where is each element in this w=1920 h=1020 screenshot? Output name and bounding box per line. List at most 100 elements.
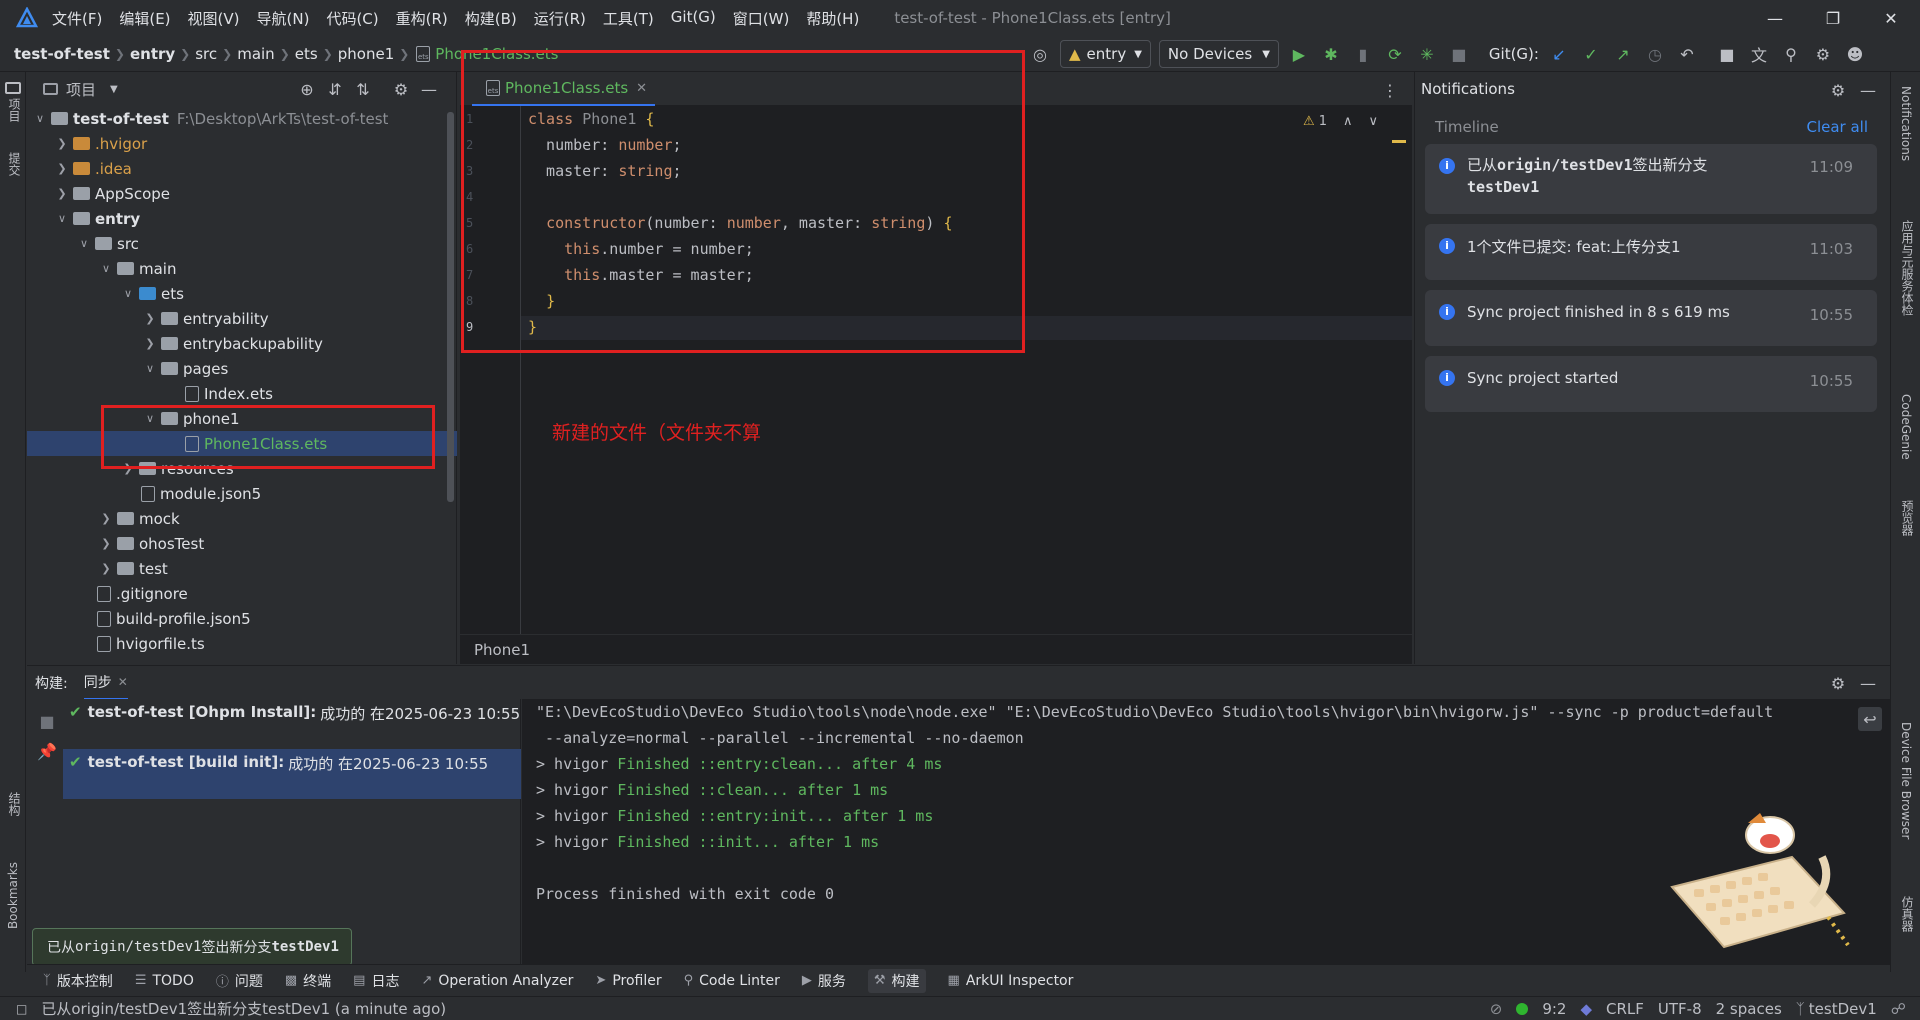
- structure-tool-label[interactable]: 结构: [6, 792, 23, 816]
- breadcrumb-item[interactable]: main: [237, 45, 274, 63]
- breadcrumb-item[interactable]: phone1: [338, 45, 394, 63]
- debug-icon[interactable]: ✱: [1319, 42, 1343, 66]
- tree-item[interactable]: hvigorfile.ts: [27, 631, 457, 656]
- notification-card[interactable]: i Sync project started 10:55: [1425, 356, 1877, 412]
- collapse-all-icon[interactable]: ⇅: [351, 77, 375, 101]
- git-update-icon[interactable]: ↙: [1547, 42, 1571, 66]
- project-panel-title[interactable]: 项目: [66, 79, 96, 100]
- tree-item[interactable]: ∨ ets: [27, 281, 457, 306]
- tree-item[interactable]: ∨ pages: [27, 356, 457, 381]
- inspection-off-icon[interactable]: ⊘: [1490, 1000, 1503, 1018]
- settings-gear-icon[interactable]: ⚙: [1811, 42, 1835, 66]
- tree-item[interactable]: ❯ entryability: [27, 306, 457, 331]
- codegenie-tool-label[interactable]: CodeGenie: [1899, 394, 1913, 460]
- menu-code[interactable]: 代码(C): [326, 8, 378, 29]
- ai-assistant-icon[interactable]: ◆: [1580, 1000, 1592, 1018]
- emulator-tool-label[interactable]: 仿真器: [1899, 896, 1916, 932]
- debug-build-icon[interactable]: ✳: [1415, 42, 1439, 66]
- tree-item[interactable]: ❯ entrybackupability: [27, 331, 457, 356]
- notification-card[interactable]: i 1个文件已提交: feat:上传分支1 11:03: [1425, 224, 1877, 280]
- stop-icon[interactable]: ■: [1447, 42, 1471, 66]
- tree-item[interactable]: build-profile.json5: [27, 606, 457, 631]
- status-message[interactable]: 已从origin/testDev1签出新分支testDev1 (a minute…: [41, 998, 446, 1019]
- target-icon[interactable]: ◎: [1028, 42, 1052, 66]
- build-tab-sync[interactable]: 同步 ✕: [83, 666, 128, 700]
- tool-version-control[interactable]: ᛉ 版本控制: [43, 971, 113, 991]
- layout-toggle-icon[interactable]: □: [16, 1002, 27, 1016]
- pin-icon[interactable]: 📌: [35, 739, 59, 763]
- breadcrumb-item[interactable]: src: [195, 45, 217, 63]
- tree-item[interactable]: ❯ AppScope: [27, 181, 457, 206]
- more-options-icon[interactable]: ⋮: [1378, 78, 1402, 102]
- line-separator[interactable]: CRLF: [1606, 1000, 1644, 1018]
- tree-item[interactable]: ❯ .hvigor: [27, 131, 457, 156]
- tool-operation-analyzer[interactable]: ↗ Operation Analyzer: [421, 973, 573, 989]
- minimize-panel-icon[interactable]: —: [1856, 671, 1880, 695]
- gear-icon[interactable]: ⚙: [1826, 78, 1850, 102]
- tree-item[interactable]: ∨ main: [27, 256, 457, 281]
- tree-item[interactable]: module.json5: [27, 481, 457, 506]
- gear-icon[interactable]: ⚙: [389, 77, 413, 101]
- menu-view[interactable]: 视图(V): [188, 8, 240, 29]
- file-encoding[interactable]: UTF-8: [1658, 1000, 1702, 1018]
- soft-wrap-icon[interactable]: ↩: [1858, 707, 1882, 731]
- tool-todo[interactable]: ☰ TODO: [135, 973, 194, 989]
- tree-item[interactable]: ❯ mock: [27, 506, 457, 531]
- tree-item[interactable]: Index.ets: [27, 381, 457, 406]
- cursor-position[interactable]: 9:2: [1542, 1000, 1566, 1018]
- build-console[interactable]: "E:\DevEcoStudio\DevEco Studio\tools\nod…: [522, 699, 1890, 964]
- notification-card[interactable]: i 已从origin/testDev1签出新分支 testDev1 11:09: [1425, 144, 1877, 214]
- tree-root[interactable]: ∨ test-of-test F:\Desktop\ArkTs\test-of-…: [27, 106, 457, 131]
- menu-run[interactable]: 运行(R): [534, 8, 586, 29]
- notification-card[interactable]: i Sync project finished in 8 s 619 ms 10…: [1425, 290, 1877, 346]
- menu-git[interactable]: Git(G): [671, 8, 716, 29]
- run-icon[interactable]: ▶: [1287, 42, 1311, 66]
- tool-log[interactable]: ▤ 日志: [353, 971, 399, 991]
- locate-icon[interactable]: ⊕: [295, 77, 319, 101]
- editor-breadcrumb[interactable]: Phone1: [460, 634, 1412, 664]
- clear-all-link[interactable]: Clear all: [1806, 118, 1868, 136]
- history-icon[interactable]: ◷: [1643, 42, 1667, 66]
- breadcrumb-item[interactable]: entry: [130, 45, 175, 63]
- git-push-icon[interactable]: ↗: [1611, 42, 1635, 66]
- search-icon[interactable]: ⚲: [1779, 42, 1803, 66]
- menu-help[interactable]: 帮助(H): [806, 8, 859, 29]
- menu-edit[interactable]: 编辑(E): [119, 8, 170, 29]
- tool-terminal[interactable]: ▩ 终端: [285, 971, 331, 991]
- tree-item[interactable]: ∨ entry: [27, 206, 457, 231]
- notifications-tool-label[interactable]: Notifications: [1899, 86, 1913, 161]
- close-icon[interactable]: ✕: [1862, 0, 1920, 36]
- chevron-down-icon[interactable]: ∨: [1368, 114, 1378, 129]
- build-task-row[interactable]: ✔ test-of-test [Ohpm Install]: 成功的 在2025…: [63, 699, 521, 745]
- build-task-row-selected[interactable]: ✔ test-of-test [build init]: 成功的 在2025-0…: [63, 749, 521, 799]
- project-icon[interactable]: [5, 82, 21, 94]
- menu-build[interactable]: 构建(B): [465, 8, 517, 29]
- indent-setting[interactable]: 2 spaces: [1716, 1000, 1782, 1018]
- module-selector[interactable]: ▲ entry ▼: [1060, 40, 1151, 68]
- gear-icon[interactable]: ⚙: [1826, 671, 1850, 695]
- menu-tools[interactable]: 工具(T): [603, 8, 654, 29]
- account-icon[interactable]: ☻: [1843, 42, 1867, 66]
- rollback-icon[interactable]: ↶: [1675, 42, 1699, 66]
- menu-file[interactable]: 文件(F): [52, 8, 102, 29]
- commit-tool-label[interactable]: 提交: [6, 152, 23, 176]
- tool-problems[interactable]: ⓘ 问题: [216, 971, 263, 991]
- git-commit-icon[interactable]: ✓: [1579, 42, 1603, 66]
- project-tool-label[interactable]: 项目: [6, 98, 23, 122]
- tree-item[interactable]: ❯ test: [27, 556, 457, 581]
- menu-window[interactable]: 窗口(W): [733, 8, 790, 29]
- breadcrumb-item[interactable]: ets: [295, 45, 318, 63]
- chevron-up-icon[interactable]: ∧: [1343, 114, 1353, 129]
- tool-services[interactable]: ▶ 服务: [802, 971, 846, 991]
- rerun-icon[interactable]: ⟳: [1383, 42, 1407, 66]
- tree-item[interactable]: .gitignore: [27, 581, 457, 606]
- git-branch[interactable]: ᛉ testDev1: [1796, 1000, 1877, 1018]
- minimize-icon[interactable]: —: [1746, 0, 1804, 36]
- scrollbar[interactable]: [447, 112, 454, 502]
- breadcrumb-item[interactable]: test-of-test: [14, 45, 110, 63]
- device-file-browser-tool-label[interactable]: Device File Browser: [1899, 722, 1913, 839]
- menu-refactor[interactable]: 重构(R): [396, 8, 448, 29]
- tool-profiler[interactable]: ➤ Profiler: [595, 973, 661, 989]
- previewer-tool-label[interactable]: 预览器: [1899, 500, 1916, 536]
- inspection-widget[interactable]: ⚠ 1 ∧ ∨: [1303, 114, 1378, 129]
